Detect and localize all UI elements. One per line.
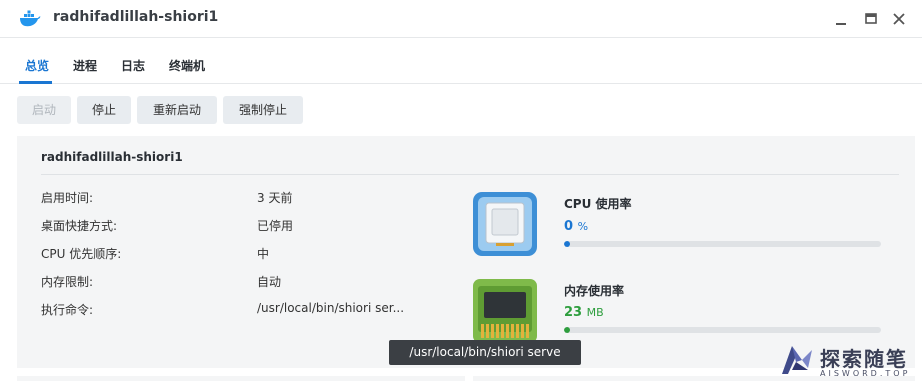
tab-logs[interactable]: 日志 xyxy=(121,57,145,74)
desktop-shortcut-value: 已停用 xyxy=(257,219,294,233)
cpu-usage-bar xyxy=(564,241,881,247)
force-stop-button[interactable]: 强制停止 xyxy=(223,96,303,124)
command-tooltip: /usr/local/bin/shiori serve xyxy=(389,340,581,365)
watermark-logo-icon xyxy=(782,346,812,374)
memory-usage-value: 23 MB xyxy=(564,305,604,320)
memory-icon xyxy=(473,279,537,343)
cpu-usage-unit: % xyxy=(577,220,589,233)
cpu-priority-label: CPU 优先顺序: xyxy=(41,247,122,261)
title-bar: radhifadlillah-shiori1 xyxy=(0,0,922,38)
docker-whale-icon xyxy=(20,10,41,27)
tab-overview[interactable]: 总览 xyxy=(25,57,49,74)
minimize-icon[interactable] xyxy=(832,10,850,28)
tab-terminal[interactable]: 终端机 xyxy=(169,57,205,74)
lower-panel-left xyxy=(17,376,465,381)
memory-usage-bar xyxy=(564,327,881,333)
memory-usage-unit: MB xyxy=(586,306,604,319)
memory-limit-value: 自动 xyxy=(257,275,282,289)
memory-usage-bar-fill xyxy=(564,327,571,333)
stop-button[interactable]: 停止 xyxy=(77,96,131,124)
container-overview-panel: radhifadlillah-shiori1 启用时间: 3 天前 桌面快捷方式… xyxy=(17,136,915,368)
restart-button[interactable]: 重新启动 xyxy=(137,96,217,124)
cpu-priority-value: 中 xyxy=(257,247,270,261)
maximize-icon[interactable] xyxy=(862,10,880,28)
exec-command-value[interactable]: /usr/local/bin/shiori ser... xyxy=(257,301,404,315)
watermark-subtitle: AISWORD.TOP xyxy=(820,369,911,378)
cpu-usage-value: 0 % xyxy=(564,219,588,234)
tab-bar: 总览 进程 日志 终端机 xyxy=(0,38,922,84)
cpu-usage-number: 0 xyxy=(564,219,574,234)
cpu-usage-bar-fill xyxy=(564,241,571,247)
divider xyxy=(41,174,899,175)
uptime-value: 3 天前 xyxy=(257,191,293,205)
watermark-title: 探索随笔 xyxy=(820,347,908,371)
cpu-icon xyxy=(473,192,537,256)
window-title: radhifadlillah-shiori1 xyxy=(53,9,219,25)
cpu-usage-title: CPU 使用率 xyxy=(564,197,632,211)
memory-usage-title: 内存使用率 xyxy=(564,284,625,298)
exec-command-label: 执行命令: xyxy=(41,303,94,317)
memory-usage-number: 23 xyxy=(564,305,583,320)
container-name: radhifadlillah-shiori1 xyxy=(41,150,183,164)
tab-processes[interactable]: 进程 xyxy=(73,57,97,74)
close-icon[interactable] xyxy=(890,10,908,28)
uptime-label: 启用时间: xyxy=(41,191,94,205)
memory-limit-label: 内存限制: xyxy=(41,275,94,289)
desktop-shortcut-label: 桌面快捷方式: xyxy=(41,219,118,233)
active-tab-indicator xyxy=(19,81,52,84)
start-button[interactable]: 启动 xyxy=(17,96,71,124)
